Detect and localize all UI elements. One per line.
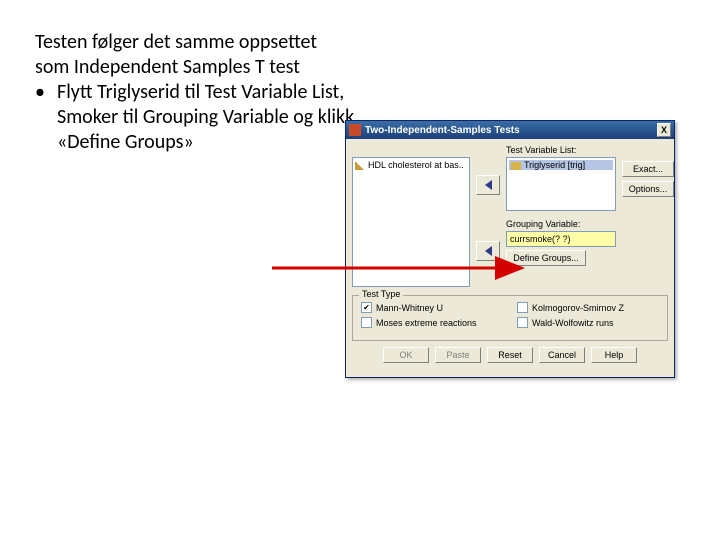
checkbox-label: Mann-Whitney U [376, 303, 443, 313]
paste-button[interactable]: Paste [435, 347, 481, 363]
checkbox-label: Wald-Wolfowitz runs [532, 318, 614, 328]
scale-icon [511, 162, 521, 170]
close-button[interactable]: X [657, 123, 671, 137]
move-to-test-list-button[interactable] [476, 175, 500, 195]
arrow-left-icon [485, 246, 492, 256]
side-buttons: Exact... Options... [622, 145, 674, 287]
ok-button[interactable]: OK [383, 347, 429, 363]
spss-dialog: Two-Independent-Samples Tests X HDL chol… [345, 120, 675, 378]
bullet-text: Flytt Triglyserid til Test Variable List… [57, 80, 355, 155]
app-icon [349, 124, 361, 136]
arrow-left-icon [485, 180, 492, 190]
grouping-variable-field[interactable]: currsmoke(? ?) [506, 231, 616, 247]
source-col: HDL cholesterol at bas.. [352, 145, 470, 287]
checkbox-ks[interactable] [517, 302, 528, 313]
list-item[interactable]: Triglyserid [trig] [509, 160, 613, 170]
source-variable-list[interactable]: HDL cholesterol at bas.. [352, 157, 470, 287]
transfer-buttons [476, 145, 500, 287]
reset-button[interactable]: Reset [487, 347, 533, 363]
checkbox-moses[interactable] [361, 317, 372, 328]
checkbox-label: Moses extreme reactions [376, 318, 477, 328]
checkbox-mann-whitney[interactable] [361, 302, 372, 313]
scale-icon [355, 162, 365, 170]
test-variable-list[interactable]: Triglyserid [trig] [506, 157, 616, 211]
dialog-button-row: OK Paste Reset Cancel Help [352, 341, 668, 371]
dialog-title: Two-Independent-Samples Tests [365, 125, 520, 136]
cancel-button[interactable]: Cancel [539, 347, 585, 363]
checkbox-label: Kolmogorov-Smirnov Z [532, 303, 624, 313]
test-type-title: Test Type [359, 289, 403, 299]
help-button[interactable]: Help [591, 347, 637, 363]
tvl-label: Test Variable List: [506, 145, 616, 155]
titlebar: Two-Independent-Samples Tests X [346, 121, 674, 139]
checkbox-wald-wolfowitz[interactable] [517, 317, 528, 328]
bullet-mark: • [35, 80, 57, 155]
exact-button[interactable]: Exact... [622, 161, 674, 177]
slide-text-block: Testen følger det samme oppsettet som In… [35, 30, 355, 155]
define-groups-button[interactable]: Define Groups... [506, 250, 586, 266]
options-button[interactable]: Options... [622, 181, 674, 197]
intro-paragraph: Testen følger det samme oppsettet som In… [35, 30, 355, 80]
list-item[interactable]: HDL cholesterol at bas.. [355, 160, 467, 170]
move-to-grouping-button[interactable] [476, 241, 500, 261]
test-type-group: Test Type Mann-Whitney U Kolmogorov-Smir… [352, 295, 668, 341]
grouping-label: Grouping Variable: [506, 219, 616, 229]
targets-col: Test Variable List: Triglyserid [trig] G… [506, 145, 616, 287]
